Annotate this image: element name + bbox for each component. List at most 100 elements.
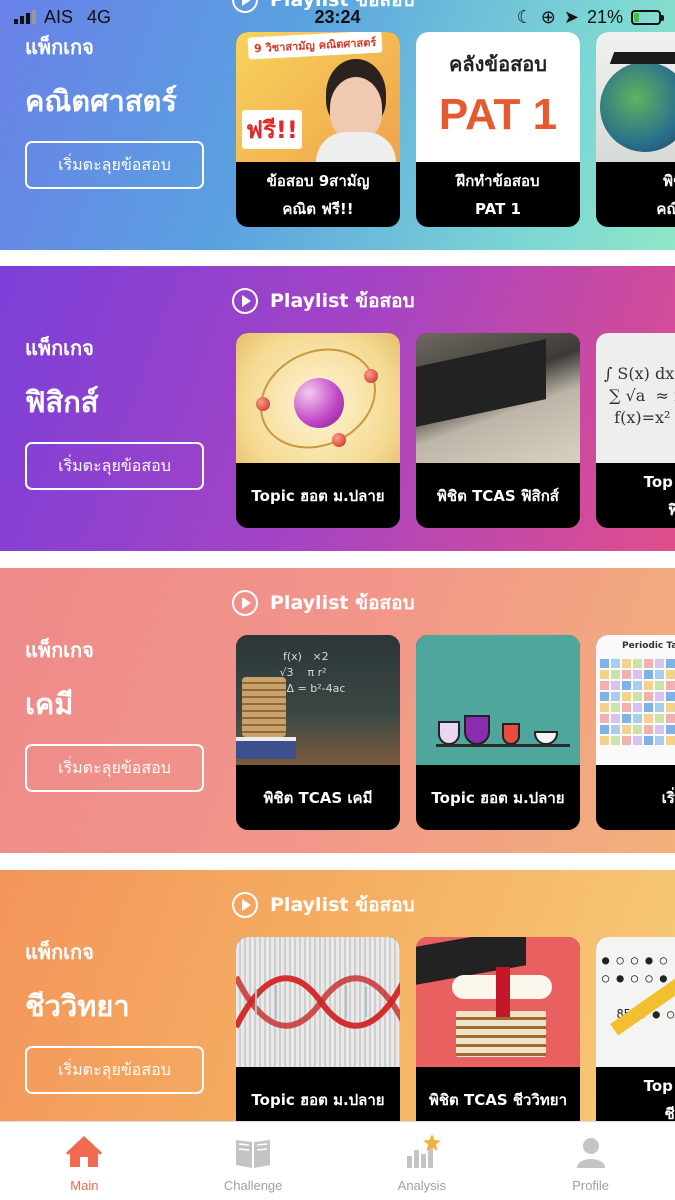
card-title: Topic ฮอต ม.ปลาย — [251, 486, 385, 505]
tab-label: Profile — [572, 1178, 610, 1193]
package-label: แพ็กเกจ — [25, 940, 94, 964]
globe-image — [600, 62, 675, 152]
orientation-lock-icon: ⊕ — [540, 6, 556, 27]
card-thumbnail — [236, 937, 400, 1067]
card-title: พิชิต TCAS เคมี — [263, 788, 373, 807]
flask-image — [438, 721, 460, 745]
test-tube-rack — [534, 731, 558, 745]
card-thumbnail — [596, 32, 675, 162]
coin-stack-image — [242, 677, 286, 737]
card-thumbnail: คลังข้อสอบ PAT 1 — [416, 32, 580, 162]
card-carousel[interactable]: Topic ฮอต ม.ปลาย พิชิต TCAS ชีววิทยา ● ○… — [236, 937, 675, 1132]
card-thumbnail: Periodic Table — [596, 635, 675, 765]
books-image — [236, 737, 296, 759]
card-title: พิชิต TCAS ฟิสิกส์ — [437, 486, 559, 505]
location-icon: ➤ — [563, 6, 579, 27]
status-left: AIS 4G — [14, 7, 111, 28]
card-carousel[interactable]: 9 วิชาสามัญ คณิตศาสตร์ ฟรี!! ข้อสอบ 9สาม… — [236, 32, 675, 227]
section-physics: Playlist ข้อสอบ แพ็กเกจ ฟิสิกส์ เริ่มตะล… — [0, 266, 675, 551]
status-right: ☾ ⊕ ➤ 21% — [516, 6, 664, 28]
profile-icon — [576, 1138, 605, 1168]
card-title: ฝึกทำข้อสอบ PAT 1 — [456, 171, 540, 218]
tab-main[interactable]: Main — [0, 1122, 169, 1200]
thumb-big-text: PAT 1 — [438, 90, 558, 139]
periodic-table-grid — [600, 659, 675, 745]
tab-profile[interactable]: Profile — [506, 1122, 675, 1200]
dna-helix-image — [236, 975, 400, 1029]
playlist-header[interactable]: Playlist ข้อสอบ — [232, 588, 415, 618]
bottom-tab-bar: Main Challenge Analysis Profile — [0, 1121, 675, 1200]
start-exam-button[interactable]: เริ่มตะลุยข้อสอบ — [25, 442, 204, 490]
playlist-card[interactable]: พิชิต คณิตศ — [596, 32, 675, 227]
play-circle-icon — [232, 288, 258, 314]
playlist-card[interactable]: Periodic Table เริ่มต้ — [596, 635, 675, 830]
playlist-card[interactable]: f(x) ×2 √3 π r² Δ = b²-4ac พิชิต TCAS เค… — [236, 635, 400, 830]
handwritten-formulas: ∫ S(x) dx ∑ √a ≈ π f(x)=x² — [604, 364, 675, 427]
tab-challenge[interactable]: Challenge — [169, 1122, 338, 1200]
playlist-card[interactable]: Topic ฮอต ม.ปลาย — [236, 333, 400, 528]
playlist-card[interactable]: คลังข้อสอบ PAT 1 ฝึกทำข้อสอบ PAT 1 — [416, 32, 580, 227]
status-bar: AIS 4G 23:24 ☾ ⊕ ➤ 21% — [0, 0, 675, 34]
home-icon — [66, 1135, 102, 1167]
section-chemistry: Playlist ข้อสอบ แพ็กเกจ เคมี เริ่มตะลุยข… — [0, 568, 675, 853]
playlist-card[interactable]: พิชิต TCAS ฟิสิกส์ — [416, 333, 580, 528]
book-icon — [236, 1140, 271, 1168]
card-title: Topic ฮอต ม.ปลาย — [431, 788, 565, 807]
tab-analysis[interactable]: Analysis — [338, 1122, 507, 1200]
start-exam-button[interactable]: เริ่มตะลุยข้อสอบ — [25, 141, 204, 189]
section-math: Playlist ข้อสอบ แพ็กเกจ คณิตศาสตร์ เริ่ม… — [0, 0, 675, 250]
card-thumbnail: ∫ S(x) dx ∑ √a ≈ π f(x)=x² — [596, 333, 675, 463]
card-title: เริ่มต้ — [661, 788, 675, 807]
playlist-card[interactable]: Topic ฮอต ม.ปลาย — [236, 937, 400, 1132]
card-title: ข้อสอบ 9สามัญ คณิต ฟรี!! — [266, 171, 370, 218]
playlist-card[interactable]: ∫ S(x) dx ∑ √a ≈ π f(x)=x² Top 9 วิช ฟิส… — [596, 333, 675, 528]
card-thumbnail — [236, 333, 400, 463]
playlist-label: Playlist ข้อสอบ — [270, 592, 415, 614]
flask-image — [502, 723, 520, 745]
graduation-cap-image — [609, 52, 675, 64]
tab-label: Analysis — [397, 1178, 447, 1193]
card-thumbnail — [416, 333, 580, 463]
thumb-tag: 9 วิชาสามัญ คณิตศาสตร์ — [247, 32, 383, 60]
playlist-card[interactable]: 9 วิชาสามัญ คณิตศาสตร์ ฟรี!! ข้อสอบ 9สาม… — [236, 32, 400, 227]
thumb-top-text: คลังข้อสอบ — [449, 52, 547, 76]
thumb-free-label: ฟรี!! — [242, 110, 302, 149]
package-label: แพ็กเกจ — [25, 638, 94, 662]
person-face — [330, 77, 382, 139]
ribbon-image — [496, 967, 510, 1017]
battery-icon — [631, 9, 664, 25]
start-exam-button[interactable]: เริ่มตะลุยข้อสอบ — [25, 1046, 204, 1094]
play-circle-icon — [232, 590, 258, 616]
playlist-card[interactable]: พิชิต TCAS ชีววิทยา — [416, 937, 580, 1132]
playlist-card[interactable]: Topic ฮอต ม.ปลาย — [416, 635, 580, 830]
subject-title: เคมี — [25, 687, 74, 721]
playlist-header[interactable]: Playlist ข้อสอบ — [232, 286, 415, 316]
card-thumbnail: f(x) ×2 √3 π r² Δ = b²-4ac — [236, 635, 400, 765]
playlist-label: Playlist ข้อสอบ — [270, 290, 415, 312]
card-title: Top 9 วิช ฟิสิ — [643, 472, 675, 519]
electron — [364, 369, 378, 383]
card-title: พิชิต คณิตศ — [656, 171, 675, 218]
card-thumbnail: ● ○ ○ ● ○ ○ ● ○ ○ ● 84 85 ○ ● ○ — [596, 937, 675, 1067]
periodic-table-title: Periodic Table — [622, 641, 675, 651]
play-circle-icon — [232, 892, 258, 918]
card-carousel[interactable]: Topic ฮอต ม.ปลาย พิชิต TCAS ฟิสิกส์ ∫ S(… — [236, 333, 675, 528]
chalkboard-formulas: f(x) ×2 √3 π r² Δ = b²-4ac — [279, 650, 346, 695]
carrier-label: AIS — [44, 6, 74, 27]
card-thumbnail — [416, 635, 580, 765]
atom-nucleus — [294, 378, 344, 428]
books-image — [456, 1011, 546, 1057]
moon-icon: ☾ — [516, 6, 533, 27]
subject-title: คณิตศาสตร์ — [25, 84, 177, 118]
graduation-cap-image — [416, 339, 546, 427]
electron — [256, 397, 270, 411]
card-carousel[interactable]: f(x) ×2 √3 π r² Δ = b²-4ac พิชิต TCAS เค… — [236, 635, 675, 830]
playlist-card[interactable]: ● ○ ○ ● ○ ○ ● ○ ○ ● 84 85 ○ ● ○ Top 9 วิ… — [596, 937, 675, 1132]
playlist-header[interactable]: Playlist ข้อสอบ — [232, 890, 415, 920]
tab-label: Challenge — [223, 1178, 283, 1193]
signal-icon — [14, 10, 36, 24]
lab-bench — [436, 744, 570, 747]
subject-title: ฟิสิกส์ — [25, 385, 99, 419]
card-thumbnail: 9 วิชาสามัญ คณิตศาสตร์ ฟรี!! — [236, 32, 400, 162]
start-exam-button[interactable]: เริ่มตะลุยข้อสอบ — [25, 744, 204, 792]
